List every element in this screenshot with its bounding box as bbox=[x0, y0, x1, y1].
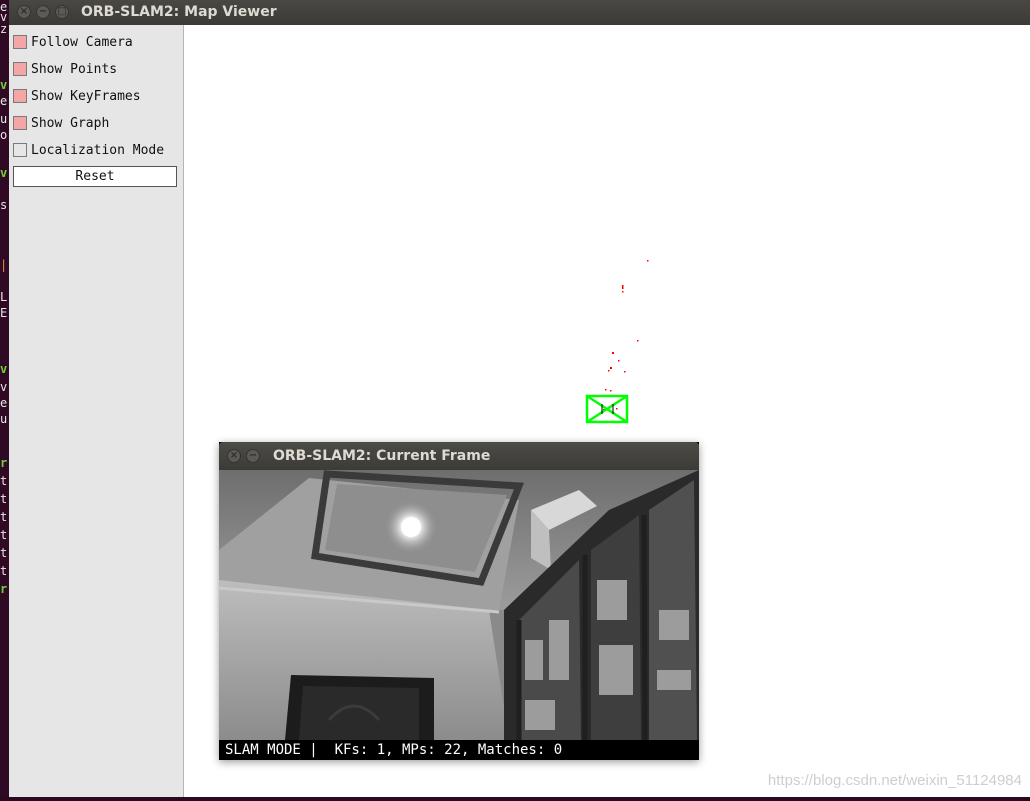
show-keyframes-toggle[interactable]: Show KeyFrames bbox=[13, 86, 141, 106]
follow-camera-toggle[interactable]: Follow Camera bbox=[13, 32, 133, 52]
map-point bbox=[610, 390, 612, 392]
current-frame-window: × − ORB-SLAM2: Current Frame SLAM MODE |… bbox=[219, 442, 699, 760]
map-point bbox=[616, 408, 618, 410]
map-point bbox=[610, 367, 612, 369]
close-icon[interactable]: × bbox=[17, 5, 31, 19]
reset-button[interactable]: Reset bbox=[13, 166, 177, 187]
window-title: ORB-SLAM2: Current Frame bbox=[273, 448, 491, 464]
checkbox-icon[interactable] bbox=[13, 116, 27, 130]
current-frame-titlebar: × − ORB-SLAM2: Current Frame bbox=[219, 442, 699, 470]
map-point bbox=[624, 371, 626, 373]
camera-frame-image bbox=[219, 470, 699, 740]
maximize-icon[interactable]: □ bbox=[55, 5, 69, 19]
map-points bbox=[603, 260, 649, 411]
map-point bbox=[647, 260, 649, 262]
checkbox-icon[interactable] bbox=[13, 89, 27, 103]
map-viewer-titlebar: × − □ ORB-SLAM2: Map Viewer bbox=[9, 0, 1030, 25]
map-point bbox=[637, 340, 639, 342]
camera-scene bbox=[219, 470, 699, 740]
minimize-icon[interactable]: − bbox=[36, 5, 50, 19]
map-point bbox=[608, 370, 610, 372]
keyframe-camera bbox=[585, 394, 629, 424]
map-point bbox=[622, 285, 624, 289]
status-bar: SLAM MODE | KFs: 1, MPs: 22, Matches: 0 bbox=[219, 740, 699, 760]
close-icon[interactable]: × bbox=[227, 449, 241, 463]
minimize-icon[interactable]: − bbox=[246, 449, 260, 463]
map-point bbox=[622, 291, 624, 293]
watermark: https://blog.csdn.net/weixin_51124984 bbox=[767, 772, 1022, 789]
map-point bbox=[612, 352, 614, 354]
show-graph-toggle[interactable]: Show Graph bbox=[13, 113, 109, 133]
checkbox-icon[interactable] bbox=[13, 143, 27, 157]
map-point bbox=[605, 389, 607, 391]
localization-mode-toggle[interactable]: Localization Mode bbox=[13, 140, 164, 160]
checkbox-icon[interactable] bbox=[13, 62, 27, 76]
map-point bbox=[618, 360, 620, 362]
show-points-toggle[interactable]: Show Points bbox=[13, 59, 117, 79]
checkbox-icon[interactable] bbox=[13, 35, 27, 49]
control-panel: Follow Camera Show Points Show KeyFrames… bbox=[9, 25, 184, 797]
window-title: ORB-SLAM2: Map Viewer bbox=[81, 4, 277, 20]
